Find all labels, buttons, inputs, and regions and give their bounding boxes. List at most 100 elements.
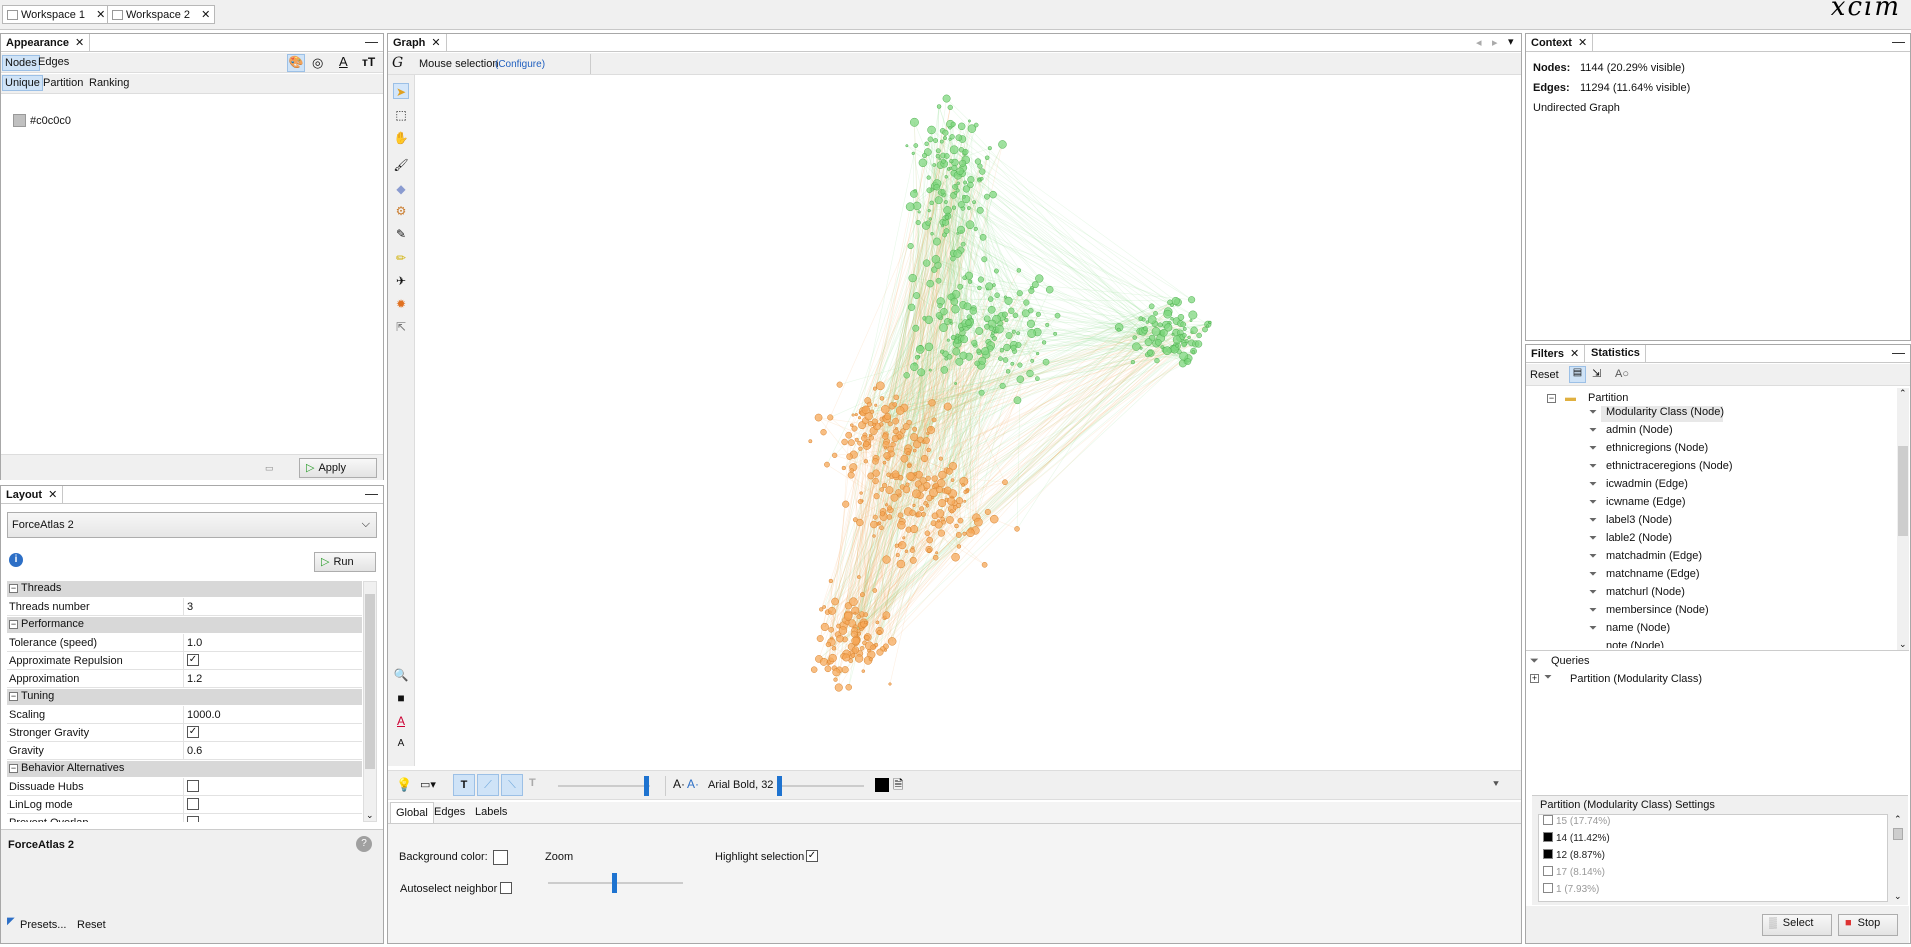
filter-item[interactable]: admin (Node)	[1606, 424, 1673, 436]
graph-node[interactable]	[931, 475, 938, 482]
graph-node[interactable]	[1148, 303, 1155, 310]
graph-node[interactable]	[820, 429, 827, 436]
zoom-slider-thumb[interactable]	[612, 873, 617, 893]
graph-node[interactable]	[909, 556, 917, 564]
apply-button[interactable]: ▷ Apply	[299, 458, 377, 478]
prop-value[interactable]: 0.6	[187, 745, 202, 757]
graph-node[interactable]	[934, 196, 943, 205]
library-icon[interactable]: ▤	[1569, 366, 1586, 383]
graph-node[interactable]	[859, 491, 863, 495]
graph-node[interactable]	[960, 241, 966, 247]
graph-node[interactable]	[965, 220, 975, 230]
graph-node[interactable]	[859, 592, 865, 598]
close-icon[interactable]: ✕	[96, 9, 105, 21]
close-icon[interactable]: ✕	[431, 37, 440, 49]
graph-node[interactable]	[955, 531, 962, 538]
graph-node[interactable]	[1164, 323, 1173, 332]
graph-node[interactable]	[1190, 326, 1198, 334]
graph-canvas[interactable]	[416, 78, 1520, 766]
graph-node[interactable]	[951, 205, 957, 210]
graph-node[interactable]	[850, 630, 858, 638]
graph-node[interactable]	[917, 210, 921, 214]
graph-node[interactable]	[1030, 358, 1035, 363]
filter-item[interactable]: icwadmin (Edge)	[1606, 478, 1688, 490]
graph-node[interactable]	[909, 509, 916, 516]
section-threads[interactable]: − Threads	[7, 581, 362, 597]
graph-node[interactable]	[976, 348, 982, 354]
graph-node[interactable]	[930, 231, 934, 236]
prop-prevent-overlap[interactable]: Prevent Overlap	[7, 814, 362, 822]
graph-node[interactable]	[877, 629, 882, 635]
graph-node[interactable]	[1182, 327, 1187, 331]
graph-node[interactable]	[892, 402, 898, 407]
graph-node[interactable]	[944, 175, 949, 179]
tab-nodes[interactable]: Nodes	[2, 55, 40, 71]
graph-node[interactable]	[882, 460, 887, 465]
graph-node[interactable]	[887, 505, 892, 511]
checkbox-stronger-gravity[interactable]: ✓	[187, 726, 199, 738]
prop-value[interactable]: 1.0	[187, 637, 202, 649]
graph-node[interactable]	[910, 362, 919, 372]
graph-node[interactable]	[851, 646, 860, 654]
filter-item[interactable]: matchurl (Node)	[1606, 586, 1685, 598]
graph-node[interactable]	[987, 146, 992, 151]
graph-node[interactable]	[935, 551, 939, 555]
graph-node[interactable]	[932, 237, 941, 246]
graph-node[interactable]	[876, 381, 885, 391]
tab-graph[interactable]: Graph ✕	[388, 34, 447, 52]
graph-node[interactable]	[1132, 342, 1141, 351]
graph-node[interactable]	[1041, 340, 1047, 345]
filter-item[interactable]: name (Node)	[1606, 622, 1670, 634]
graph-node[interactable]	[919, 506, 925, 512]
graph-node[interactable]	[1194, 340, 1203, 348]
graph-node[interactable]	[1171, 332, 1175, 336]
graph-node[interactable]	[1026, 369, 1034, 378]
graph-node[interactable]	[1188, 296, 1196, 304]
graph-node[interactable]	[993, 268, 999, 274]
graph-node[interactable]	[827, 414, 834, 421]
filter-item[interactable]: note (Node)	[1606, 640, 1664, 648]
filter-item[interactable]: ethnicregions (Node)	[1606, 442, 1708, 454]
layout-algorithm-select[interactable]: ForceAtlas 2 ⌵	[7, 512, 377, 538]
graph-node[interactable]	[1202, 326, 1208, 333]
graph-node[interactable]	[1035, 274, 1044, 283]
graph-node[interactable]	[933, 183, 940, 191]
graph-node[interactable]	[1014, 526, 1020, 532]
graph-node[interactable]	[845, 684, 852, 691]
zoom-fit-icon[interactable]: 🔍	[393, 667, 409, 683]
graph-node[interactable]	[911, 489, 921, 499]
tab-layout[interactable]: Layout ✕	[1, 486, 64, 504]
graph-node[interactable]	[957, 517, 964, 524]
graph-node[interactable]	[1003, 295, 1008, 299]
graph-node[interactable]	[841, 438, 848, 446]
light-icon[interactable]: 💡	[396, 777, 412, 793]
graph-node[interactable]	[956, 544, 962, 549]
font-size-slider-thumb[interactable]	[777, 776, 782, 796]
prop-approximate-repulsion[interactable]: Approximate Repulsion ✓	[7, 652, 362, 670]
graph-node[interactable]	[1181, 332, 1187, 338]
graph-node[interactable]	[951, 304, 960, 314]
graph-node[interactable]	[1031, 281, 1039, 289]
scrollbar-thumb[interactable]	[1893, 828, 1903, 840]
tab-ranking[interactable]: Ranking	[89, 77, 129, 89]
graph-node[interactable]	[994, 292, 1000, 299]
graph-node[interactable]	[965, 319, 972, 326]
graph-node[interactable]	[870, 644, 876, 651]
graph-node[interactable]	[915, 511, 922, 518]
graph-node[interactable]	[963, 302, 972, 311]
graph-node[interactable]	[1184, 338, 1189, 344]
prop-approximation[interactable]: Approximation 1.2	[7, 670, 362, 688]
graph-node[interactable]	[995, 324, 1004, 334]
graph-node[interactable]	[924, 315, 933, 324]
graph-node[interactable]	[962, 148, 969, 156]
graph-node[interactable]	[955, 134, 963, 142]
tab-edges[interactable]: Edges	[38, 56, 69, 68]
graph-node[interactable]	[984, 155, 990, 161]
graph-node[interactable]	[872, 386, 878, 391]
graph-node[interactable]	[1004, 318, 1009, 323]
graph-node[interactable]	[853, 611, 857, 615]
graph-node[interactable]	[906, 451, 911, 456]
filter-item[interactable]: matchadmin (Edge)	[1606, 550, 1702, 562]
graph-node[interactable]	[1001, 311, 1008, 318]
palette-icon[interactable]: 🎨	[287, 54, 305, 72]
